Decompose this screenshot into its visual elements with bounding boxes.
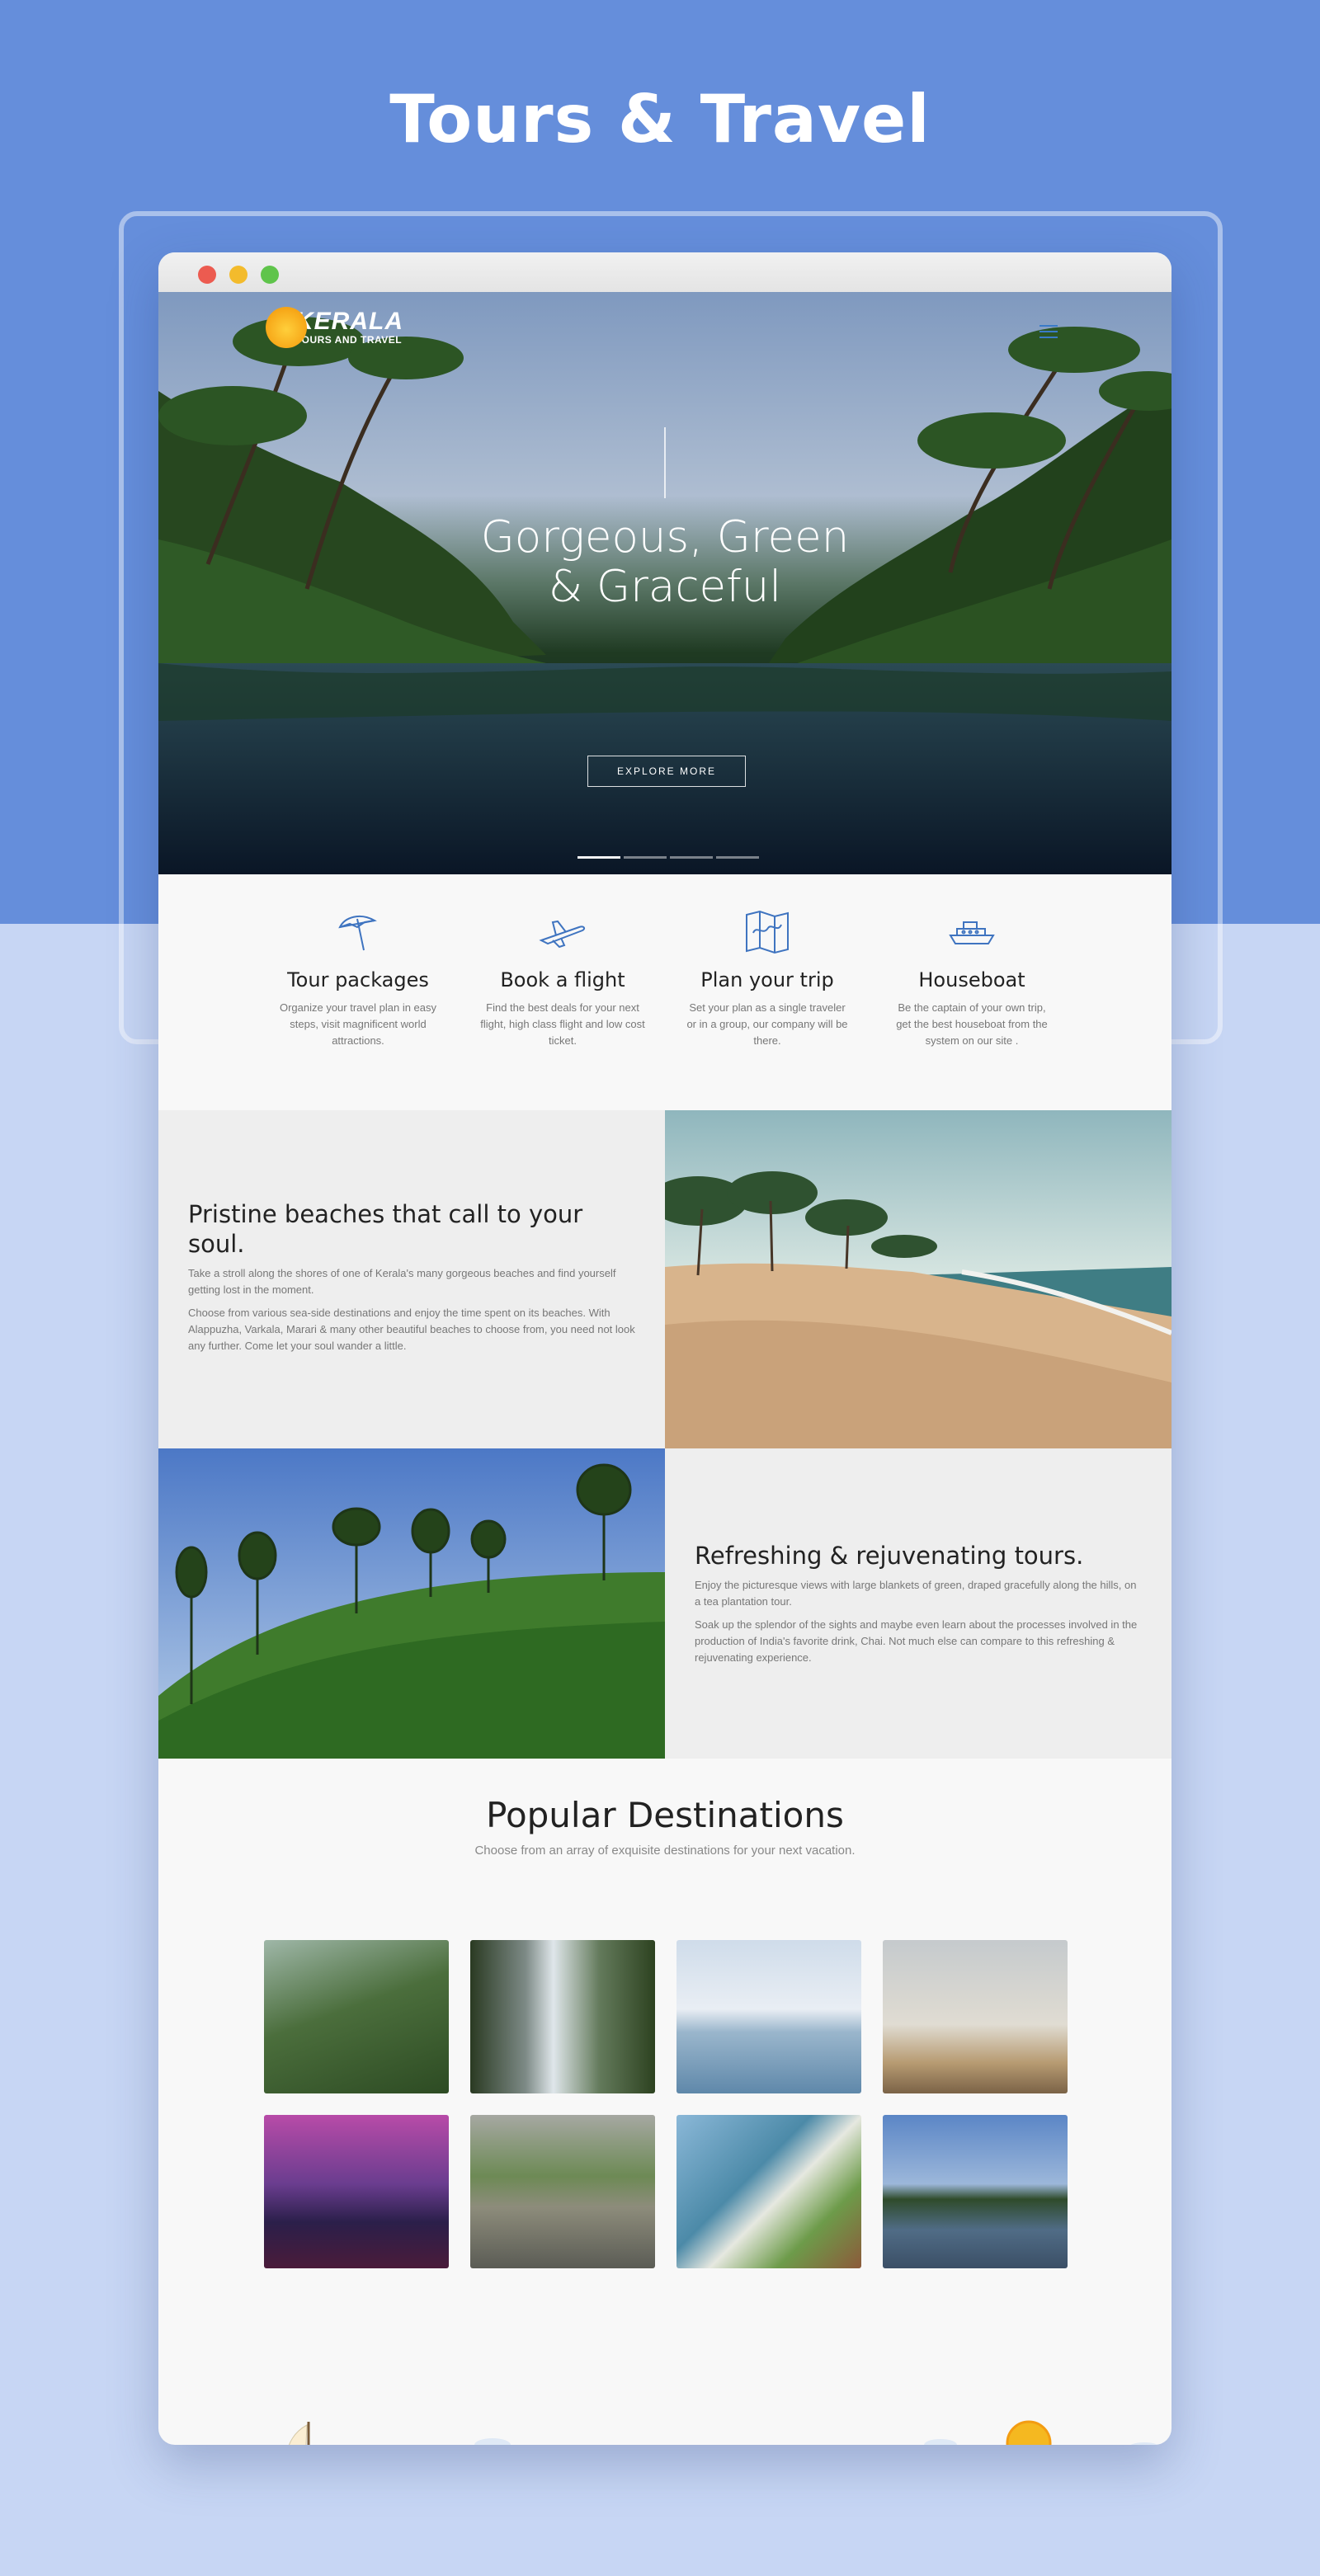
hero-heading: Gorgeous, Green & Graceful <box>158 513 1172 612</box>
beaches-text: Pristine beaches that call to your soul.… <box>158 1110 665 1448</box>
hero-heading-line1: Gorgeous, Green <box>480 512 850 563</box>
map-icon <box>685 907 850 957</box>
page-title: Tours & Travel <box>389 81 931 158</box>
feature-title: Plan your trip <box>700 968 834 991</box>
site-logo[interactable]: KERALA TOURS AND TRAVEL <box>266 307 403 348</box>
logo-name: KERALA <box>295 308 403 335</box>
umbrella-icon <box>276 907 441 957</box>
feature-title: Tour packages <box>287 968 429 991</box>
feature-tour-packages[interactable]: Tour packages Organize your travel plan … <box>276 907 441 1049</box>
slide-indicator-2[interactable] <box>624 856 667 859</box>
tours-text: Refreshing & rejuvenating tours. Enjoy t… <box>665 1448 1172 1759</box>
maximize-window-button[interactable] <box>261 266 279 284</box>
destination-tile-4[interactable] <box>883 1940 1068 2093</box>
destinations-section: Popular Destinations Choose from an arra… <box>158 1795 1172 2445</box>
minimize-window-button[interactable] <box>229 266 248 284</box>
destination-tile-3[interactable] <box>676 1940 861 2093</box>
destination-tile-8[interactable] <box>883 2115 1068 2268</box>
features-section: Tour packages Organize your travel plan … <box>158 874 1172 1110</box>
logo-tagline: TOURS AND TRAVEL <box>295 334 403 346</box>
slide-indicator-1[interactable] <box>578 856 620 859</box>
feature-book-flight[interactable]: Book a flight Find the best deals for yo… <box>480 907 645 1049</box>
feature-title: Houseboat <box>918 968 1025 991</box>
hamburger-menu-icon[interactable] <box>1040 325 1058 342</box>
destination-tile-6[interactable] <box>470 2115 655 2268</box>
sailboat-icon <box>289 2422 310 2445</box>
tours-title: Refreshing & rejuvenating tours. <box>695 1542 1084 1570</box>
tours-paragraph-2: Soak up the splendor of the sights and m… <box>695 1618 1138 1664</box>
close-window-button[interactable] <box>198 266 216 284</box>
tours-paragraph-1: Enjoy the picturesque views with large b… <box>695 1579 1137 1608</box>
tea-plantation-image <box>158 1448 665 1759</box>
slide-indicator-3[interactable] <box>670 856 713 859</box>
destinations-grid <box>264 1940 1068 2268</box>
tours-section: Refreshing & rejuvenating tours. Enjoy t… <box>158 1448 1172 1759</box>
boat-icon <box>889 907 1054 957</box>
feature-text: Be the captain of your own trip, get the… <box>896 1001 1048 1047</box>
feature-houseboat[interactable]: Houseboat Be the captain of your own tri… <box>889 907 1054 1049</box>
destination-tile-1[interactable] <box>264 1940 449 2093</box>
beaches-paragraph-1: Take a stroll along the shores of one of… <box>188 1267 616 1296</box>
destinations-title: Popular Destinations <box>486 1795 844 1835</box>
ocean-illustration <box>289 2420 1158 2445</box>
hero-section: KERALA TOURS AND TRAVEL Gorgeous, Green … <box>158 292 1172 874</box>
beaches-title: Pristine beaches that call to your soul. <box>188 1200 583 1258</box>
destinations-subtitle: Choose from an array of exquisite destin… <box>474 1844 856 1858</box>
hero-heading-line2: & Graceful <box>548 562 782 612</box>
airplane-icon <box>480 907 645 957</box>
destination-tile-2[interactable] <box>470 1940 655 2093</box>
destination-tile-5[interactable] <box>264 2115 449 2268</box>
explore-more-button[interactable]: EXPLORE MORE <box>587 756 746 787</box>
beaches-section: Pristine beaches that call to your soul.… <box>158 1110 1172 1448</box>
feature-text: Set your plan as a single traveler or in… <box>686 1001 848 1047</box>
beach-image <box>665 1110 1172 1448</box>
browser-window: KERALA TOURS AND TRAVEL Gorgeous, Green … <box>158 252 1172 2445</box>
feature-plan-trip[interactable]: Plan your trip Set your plan as a single… <box>685 907 850 1049</box>
hero-divider <box>664 427 666 498</box>
slide-indicator-4[interactable] <box>716 856 759 859</box>
slider-indicators <box>578 856 759 859</box>
feature-text: Find the best deals for your next flight… <box>480 1001 645 1047</box>
sun-icon <box>1006 2420 1052 2445</box>
feature-title: Book a flight <box>500 968 625 991</box>
sun-logo-icon <box>266 307 307 348</box>
feature-text: Organize your travel plan in easy steps,… <box>279 1001 437 1047</box>
beaches-paragraph-2: Choose from various sea-side destination… <box>188 1307 635 1352</box>
window-titlebar <box>158 252 1172 292</box>
destination-tile-7[interactable] <box>676 2115 861 2268</box>
